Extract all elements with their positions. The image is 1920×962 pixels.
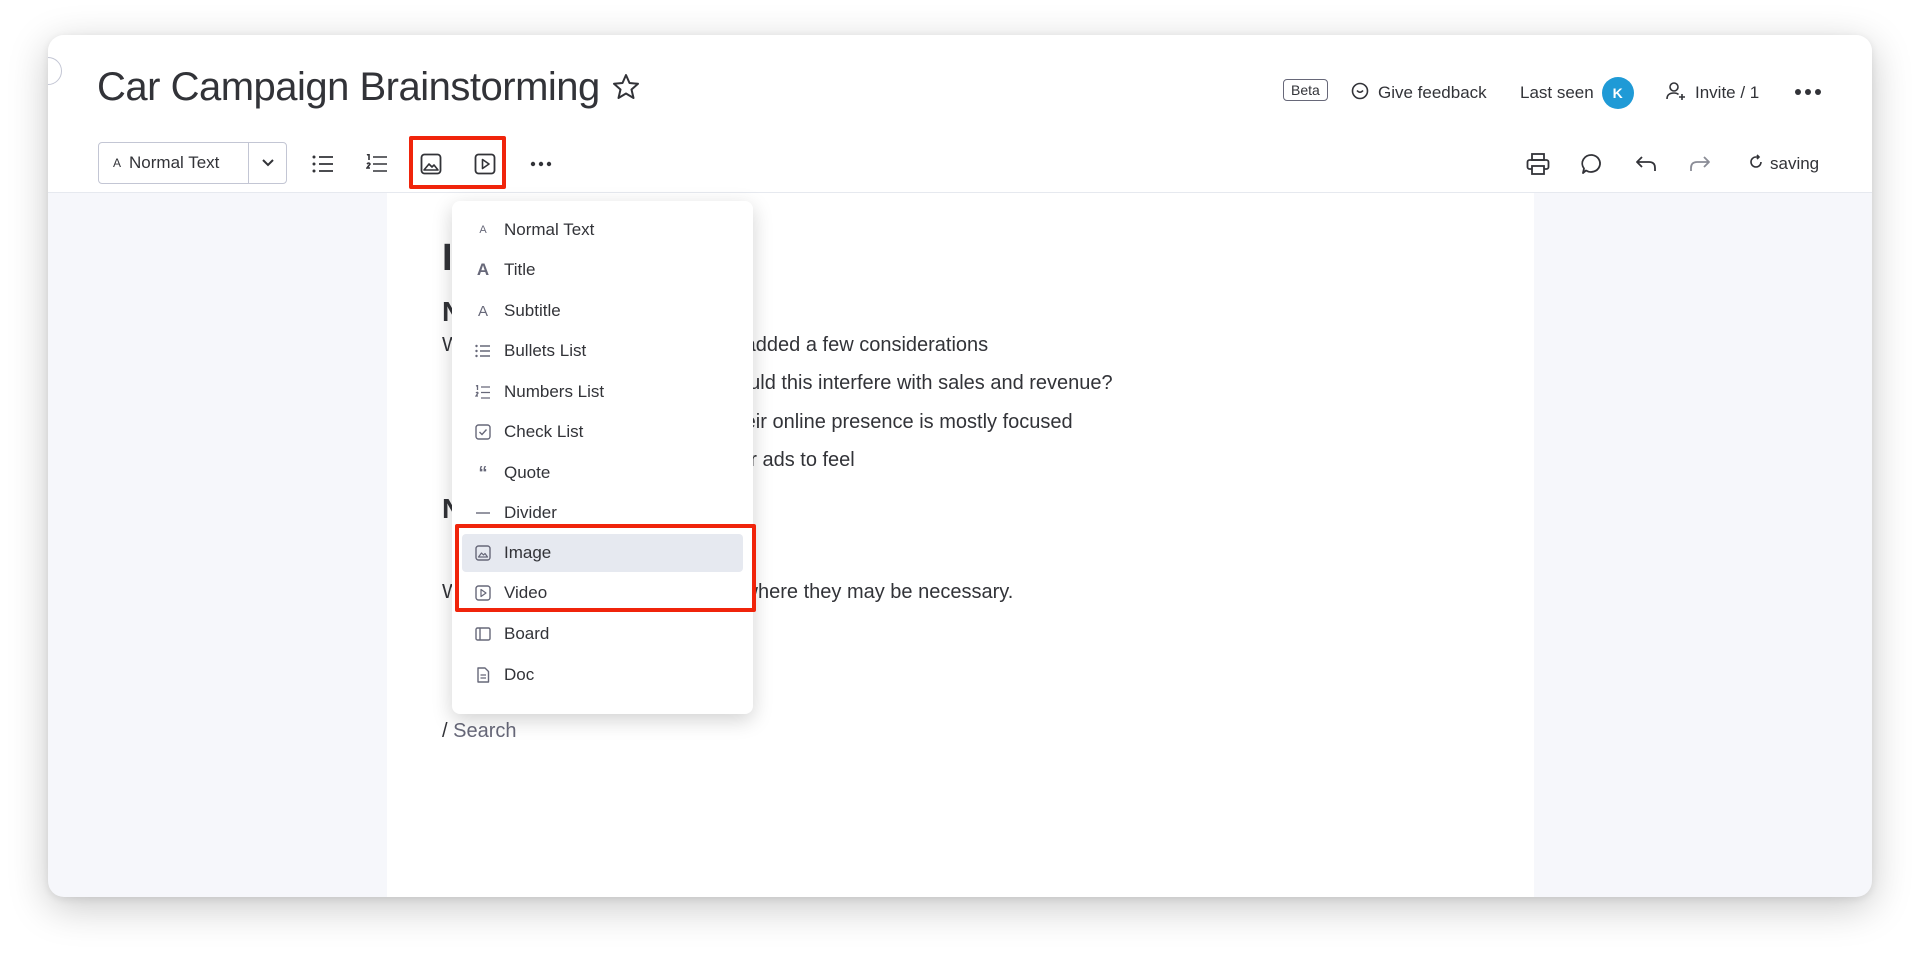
menu-item-label: Divider <box>504 503 557 522</box>
feedback-icon <box>1350 81 1370 106</box>
menu-item-check-list[interactable]: Check List <box>462 413 743 451</box>
subtitle-icon: A <box>477 302 488 320</box>
favorite-star-icon[interactable] <box>610 71 642 103</box>
menu-item-label: Subtitle <box>504 301 561 320</box>
numbered-list-icon[interactable] <box>360 147 394 181</box>
menu-item-label: Bullets List <box>504 341 587 360</box>
video-icon[interactable] <box>468 147 502 181</box>
print-icon[interactable] <box>1521 147 1555 181</box>
menu-item-bullets-list[interactable]: Bullets List <box>462 332 743 370</box>
menu-item-board[interactable]: Board <box>462 615 743 653</box>
menu-item-image[interactable]: Image <box>462 534 743 572</box>
insert-block-menu: A Normal Text A Title A Subtitle Bullets… <box>452 201 753 714</box>
menu-item-label: Quote <box>504 463 551 482</box>
menu-item-label: Normal Text <box>504 220 595 239</box>
menu-item-subtitle[interactable]: A Subtitle <box>462 292 743 330</box>
undo-icon[interactable] <box>1629 147 1663 181</box>
quote-icon: “ <box>478 462 488 483</box>
give-feedback-button[interactable]: Give feedback <box>1350 77 1487 109</box>
comment-icon[interactable] <box>1575 147 1609 181</box>
bullets-icon <box>474 342 492 360</box>
title-icon: A <box>476 260 490 279</box>
board-icon <box>474 625 492 643</box>
menu-item-quote[interactable]: “ Quote <box>462 454 743 492</box>
chevron-down-icon[interactable] <box>248 143 286 183</box>
doc-line-1[interactable]: d added a few considerations <box>728 334 988 357</box>
invite-label: Invite / 1 <box>1695 83 1760 102</box>
text-style-value: Normal Text <box>129 153 220 172</box>
image-icon[interactable] <box>414 147 448 181</box>
slash-search-input[interactable]: / Search <box>442 720 517 743</box>
text-small-icon: A <box>479 224 487 236</box>
saving-status: saving <box>1748 147 1819 181</box>
collapse-panel-button[interactable] <box>48 57 62 85</box>
add-user-icon <box>1665 80 1687 107</box>
menu-item-label: Board <box>504 624 550 643</box>
page-title[interactable]: Car Campaign Brainstorming <box>97 65 600 110</box>
beta-badge: Beta <box>1283 79 1328 101</box>
text-style-dropdown[interactable]: A Normal Text <box>98 142 287 184</box>
menu-item-normal-text[interactable]: A Normal Text <box>462 211 743 249</box>
numbers-icon <box>474 383 492 401</box>
menu-item-label: Video <box>504 583 548 602</box>
menu-item-doc[interactable]: Doc <box>462 656 743 694</box>
invite-button[interactable]: Invite / 1 <box>1665 77 1759 109</box>
give-feedback-label: Give feedback <box>1378 83 1487 102</box>
bulleted-list-icon[interactable] <box>306 147 340 181</box>
image-icon <box>474 544 492 562</box>
app-window: Car Campaign Brainstorming Beta Give fee… <box>48 35 1872 897</box>
divider-icon <box>474 504 492 522</box>
last-seen[interactable]: Last seen K <box>1520 77 1634 109</box>
avatar[interactable]: K <box>1601 77 1634 109</box>
more-options-icon[interactable] <box>1791 75 1825 109</box>
doc-heading[interactable]: I <box>442 237 453 280</box>
more-tools-icon[interactable] <box>524 147 558 181</box>
menu-item-label: Numbers List <box>504 382 605 401</box>
doc-line-2[interactable]: could this interfere with sales and reve… <box>728 372 1113 395</box>
search-placeholder: Search <box>453 720 517 742</box>
doc-line-3[interactable]: their online presence is mostly focused <box>728 411 1073 434</box>
doc-header: Car Campaign Brainstorming Beta Give fee… <box>48 35 1872 193</box>
menu-item-label: Doc <box>504 665 535 684</box>
last-seen-label: Last seen <box>1520 83 1594 102</box>
redo-icon[interactable] <box>1683 147 1717 181</box>
video-icon <box>474 584 492 602</box>
text-style-icon: A <box>113 156 122 170</box>
menu-item-label: Title <box>504 260 536 279</box>
saving-label: saving <box>1770 154 1820 173</box>
refresh-icon <box>1748 153 1764 175</box>
menu-item-label: Check List <box>504 422 584 441</box>
menu-item-divider[interactable]: Divider <box>462 494 743 532</box>
menu-item-video[interactable]: Video <box>462 574 743 612</box>
doc-icon <box>474 666 492 684</box>
menu-item-label: Image <box>504 543 552 562</box>
slash-prefix: / <box>442 720 448 742</box>
doc-line-5[interactable]: s where they may be necessary. <box>728 581 1013 604</box>
checklist-icon <box>474 423 492 441</box>
menu-item-title[interactable]: A Title <box>462 251 743 289</box>
menu-item-numbers-list[interactable]: Numbers List <box>462 373 743 411</box>
